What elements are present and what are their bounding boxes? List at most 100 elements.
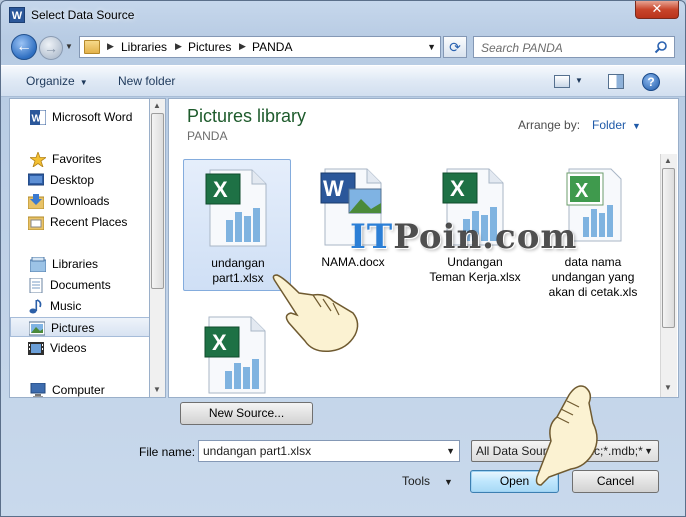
library-title: Pictures library bbox=[187, 106, 307, 126]
search-input[interactable]: Search PANDA bbox=[473, 36, 675, 58]
sidebar-item-downloads[interactable]: Downloads bbox=[10, 191, 150, 211]
scrollbar-thumb[interactable] bbox=[662, 168, 675, 328]
tools-label: Tools bbox=[402, 474, 431, 488]
scroll-up-arrow[interactable]: ▲ bbox=[153, 101, 161, 110]
chevron-down-icon: ▼ bbox=[632, 121, 641, 131]
sidebar-item-label: Recent Places bbox=[50, 215, 128, 229]
sidebar-item-label: Pictures bbox=[51, 321, 95, 335]
chevron-down-icon: ▼ bbox=[79, 78, 88, 87]
address-bar[interactable]: ▶ Libraries ▶ Pictures ▶ PANDA ▼ bbox=[79, 36, 441, 58]
star-icon bbox=[30, 152, 46, 167]
chevron-right-icon[interactable]: ▶ bbox=[107, 41, 114, 52]
recent-places-icon bbox=[28, 216, 44, 230]
search-icon[interactable] bbox=[654, 40, 668, 54]
scroll-down-arrow[interactable]: ▼ bbox=[153, 385, 161, 394]
svg-text:X: X bbox=[212, 330, 227, 355]
file-item-excel-partial[interactable]: X bbox=[183, 307, 291, 397]
sidebar-item-pictures[interactable]: Pictures bbox=[10, 317, 150, 337]
file-name: NAMA.docx bbox=[299, 255, 407, 270]
view-options-dropdown[interactable]: ▼ bbox=[575, 76, 583, 85]
file-name-line: akan di cetak.xls bbox=[548, 285, 638, 299]
breadcrumb-libraries[interactable]: Libraries bbox=[121, 40, 167, 54]
sidebar-item-desktop[interactable]: Desktop bbox=[10, 170, 150, 190]
sidebar-item-microsoft-word[interactable]: W Microsoft Word bbox=[10, 107, 150, 127]
organize-button[interactable]: Organize ▼ bbox=[26, 74, 88, 88]
sidebar-item-label: Downloads bbox=[50, 194, 110, 208]
breadcrumb-pictures[interactable]: Pictures bbox=[188, 40, 231, 54]
file-name-line: part1.xlsx bbox=[212, 271, 264, 285]
file-name-line: Teman Kerja.xlsx bbox=[429, 270, 521, 284]
search-placeholder: Search PANDA bbox=[481, 41, 563, 55]
svg-text:X: X bbox=[213, 177, 228, 202]
sidebar-item-label: Music bbox=[50, 299, 82, 313]
excel-file-icon: X bbox=[205, 169, 267, 247]
desktop-icon bbox=[28, 173, 44, 186]
scrollbar-thumb[interactable] bbox=[151, 113, 164, 289]
scroll-up-arrow[interactable]: ▲ bbox=[664, 156, 672, 165]
chevron-right-icon[interactable]: ▶ bbox=[175, 41, 182, 52]
file-list-scrollbar[interactable]: ▲ ▼ bbox=[660, 154, 677, 397]
music-icon bbox=[29, 299, 42, 314]
sidebar-item-computer[interactable]: Computer bbox=[10, 380, 150, 397]
sidebar-item-recent-places[interactable]: Recent Places bbox=[10, 212, 150, 232]
word-icon: W bbox=[30, 110, 46, 125]
file-name-line: NAMA.docx bbox=[321, 255, 385, 269]
excel-file-icon: X bbox=[204, 316, 266, 394]
title-bar: W Select Data Source ✕ bbox=[1, 1, 685, 31]
sidebar-item-videos[interactable]: Videos bbox=[10, 338, 150, 358]
recent-pages-dropdown[interactable]: ▼ bbox=[65, 42, 73, 51]
file-name-value: undangan part1.xlsx bbox=[203, 444, 312, 458]
close-button[interactable]: ✕ bbox=[635, 1, 679, 19]
sidebar-item-label: Libraries bbox=[52, 257, 99, 271]
sidebar-item-label: Documents bbox=[50, 278, 111, 292]
refresh-button[interactable]: ⟳ bbox=[443, 36, 467, 58]
new-folder-button[interactable]: New folder bbox=[118, 74, 175, 88]
file-item-nama-docx[interactable]: W NAMA.docx bbox=[299, 159, 407, 291]
file-list-pane: Pictures library PANDA Arrange by: Folde… bbox=[168, 98, 679, 398]
file-name-input[interactable]: undangan part1.xlsx ▼ bbox=[198, 440, 460, 462]
tools-dropdown[interactable]: Tools ▼ bbox=[402, 474, 453, 488]
change-view-icon[interactable] bbox=[554, 75, 570, 88]
chevron-right-icon[interactable]: ▶ bbox=[239, 41, 246, 52]
navigation-pane-scrollbar[interactable]: ▲ ▼ bbox=[149, 98, 166, 398]
computer-icon bbox=[30, 383, 46, 397]
sidebar-item-music[interactable]: Music bbox=[10, 296, 150, 316]
preview-pane-icon[interactable] bbox=[608, 74, 624, 89]
help-icon[interactable]: ? bbox=[642, 73, 660, 91]
file-type-select[interactable]: All Data Sources (*.odc;*.mdb;* ▼ bbox=[471, 440, 659, 462]
sidebar-item-libraries[interactable]: Libraries bbox=[10, 254, 150, 274]
file-name: Undangan Teman Kerja.xlsx bbox=[421, 255, 529, 285]
scroll-down-arrow[interactable]: ▼ bbox=[664, 383, 672, 392]
chevron-down-icon[interactable]: ▼ bbox=[446, 446, 455, 456]
cancel-button[interactable]: Cancel bbox=[572, 470, 659, 493]
file-item-data-nama-undangan[interactable]: X data nama undangan yang akan di cetak.xl… bbox=[539, 159, 647, 299]
file-name-label: File name: bbox=[139, 445, 196, 459]
sidebar-item-documents[interactable]: Documents bbox=[10, 275, 150, 295]
chevron-down-icon: ▼ bbox=[644, 446, 653, 456]
new-source-button[interactable]: New Source... bbox=[180, 402, 313, 425]
library-subtitle: PANDA bbox=[187, 129, 228, 143]
address-dropdown[interactable]: ▼ bbox=[427, 42, 436, 52]
file-name: data nama undangan yang akan di cetak.xls bbox=[539, 255, 647, 300]
sidebar-item-favorites[interactable]: Favorites bbox=[10, 149, 150, 169]
arrange-by-value: Folder bbox=[592, 118, 627, 132]
navigation-pane: W Microsoft Word Favorites Desktop Downl… bbox=[9, 98, 164, 398]
file-item-undangan-teman-kerja[interactable]: X Undangan Teman Kerja.xlsx bbox=[421, 159, 529, 291]
sidebar-item-label: Videos bbox=[50, 341, 87, 355]
arrange-by-dropdown[interactable]: Folder ▼ bbox=[592, 118, 641, 132]
folder-icon bbox=[84, 40, 100, 54]
back-button[interactable]: ← bbox=[11, 34, 37, 60]
file-name-line: undangan yang bbox=[551, 270, 635, 284]
file-name-line: data nama bbox=[564, 255, 622, 269]
forward-button[interactable]: → bbox=[39, 36, 63, 60]
window-title: Select Data Source bbox=[31, 8, 135, 22]
file-name: undangan part1.xlsx bbox=[184, 256, 292, 286]
svg-text:X: X bbox=[450, 176, 465, 201]
breadcrumb-panda[interactable]: PANDA bbox=[252, 40, 292, 54]
sidebar-item-label: Microsoft Word bbox=[52, 110, 133, 124]
open-button[interactable]: Open bbox=[470, 470, 559, 493]
file-item-undangan-part1[interactable]: X undangan part1.xlsx bbox=[183, 159, 291, 291]
documents-icon bbox=[29, 278, 43, 293]
downloads-icon bbox=[28, 194, 44, 209]
file-name-line: undangan bbox=[211, 256, 265, 270]
